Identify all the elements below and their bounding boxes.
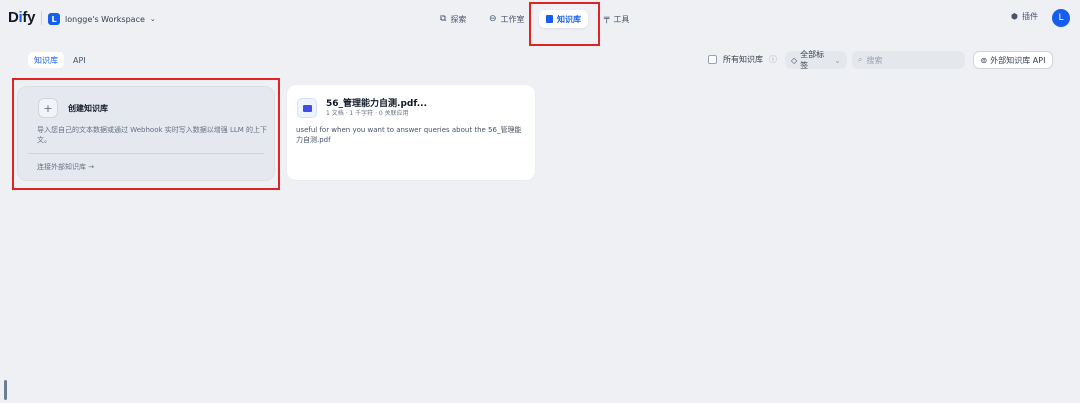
nav-studio-label: 工作室 <box>500 14 525 24</box>
card-divider <box>28 153 264 154</box>
dify-logo[interactable]: Dify <box>8 9 35 26</box>
nav-knowledge-label: 知识库 <box>557 14 581 24</box>
hammer-icon: ╤ <box>604 14 610 24</box>
folder-icon <box>297 98 317 118</box>
connect-external-knowledge-link[interactable]: 连接外部知识库 → <box>37 162 94 172</box>
tab-api[interactable]: API <box>67 52 92 68</box>
plugins-label: 插件 <box>1021 12 1038 21</box>
logo-divider <box>41 11 42 25</box>
create-knowledge-title: 创建知识库 <box>68 103 108 113</box>
tab-knowledge-label: 知识库 <box>34 55 58 65</box>
tag-filter-label: 全部标签 <box>800 50 825 70</box>
compass-icon: ⧉ <box>440 14 447 24</box>
nav-studio[interactable]: ⊖ 工作室 <box>489 10 525 28</box>
chevron-down-icon: ⌄ <box>149 15 156 23</box>
external-knowledge-api-button[interactable]: ⊚ 外部知识库 API <box>973 51 1053 69</box>
plus-icon: + <box>38 98 58 118</box>
nav-knowledge[interactable]: 知识库 <box>539 10 588 28</box>
search-input[interactable] <box>866 55 962 65</box>
nav-tools-label: 工具 <box>613 14 630 24</box>
all-knowledge-checkbox[interactable] <box>708 55 717 64</box>
logo-text-fy: fy <box>22 9 36 26</box>
workspace-name: longge's Workspace <box>65 14 145 24</box>
tag-icon: ◇ <box>791 55 798 65</box>
dataset-meta: 1 文档 · 1 千字符 · 0 关联应用 <box>326 110 409 117</box>
side-drag-handle[interactable] <box>4 380 7 400</box>
all-knowledge-filter: 所有知识库 ⓘ <box>708 54 777 65</box>
nav-explore[interactable]: ⧉ 探索 <box>440 10 466 28</box>
avatar[interactable]: L <box>1052 9 1070 27</box>
search-box: ⌕ <box>852 51 965 69</box>
plugins-button[interactable]: ⬢ 插件 <box>1011 11 1038 22</box>
create-knowledge-button[interactable]: + 创建知识库 <box>38 98 108 118</box>
puzzle-icon: ⬢ <box>1011 12 1018 21</box>
dataset-card[interactable]: 56_管理能力自测.pdf... 1 文档 · 1 千字符 · 0 关联应用 u… <box>286 84 536 181</box>
create-knowledge-card: + 创建知识库 导入您自己的文本数据或通过 Webhook 实时写入数据以增强 … <box>17 86 275 181</box>
workspace-badge: L <box>48 13 60 25</box>
create-knowledge-description: 导入您自己的文本数据或通过 Webhook 实时写入数据以增强 LLM 的上下文… <box>37 126 268 144</box>
nav-explore-label: 探索 <box>450 14 467 24</box>
tab-knowledge[interactable]: 知识库 <box>28 52 64 68</box>
dataset-description: useful for when you want to answer queri… <box>296 126 522 144</box>
logo-text-d: D <box>8 9 19 26</box>
chevron-down-icon: ⌄ <box>834 55 841 65</box>
top-bar: Dify L longge's Workspace ⌄ ⧉ 探索 ⊖ 工作室 知… <box>0 0 1080 36</box>
tab-api-label: API <box>73 55 86 65</box>
api-icon: ⊚ <box>980 55 988 65</box>
search-icon: ⌕ <box>858 55 863 64</box>
question-circle-icon[interactable]: ⓘ <box>769 54 777 65</box>
external-api-label: 外部知识库 API <box>990 55 1046 65</box>
workspace-switcher[interactable]: L longge's Workspace ⌄ <box>48 11 156 27</box>
all-knowledge-label: 所有知识库 <box>723 55 763 64</box>
tag-filter-dropdown[interactable]: ◇ 全部标签 ⌄ <box>785 50 847 70</box>
robot-icon: ⊖ <box>489 14 497 24</box>
book-icon <box>546 15 553 23</box>
nav-tools[interactable]: ╤ 工具 <box>604 10 629 28</box>
